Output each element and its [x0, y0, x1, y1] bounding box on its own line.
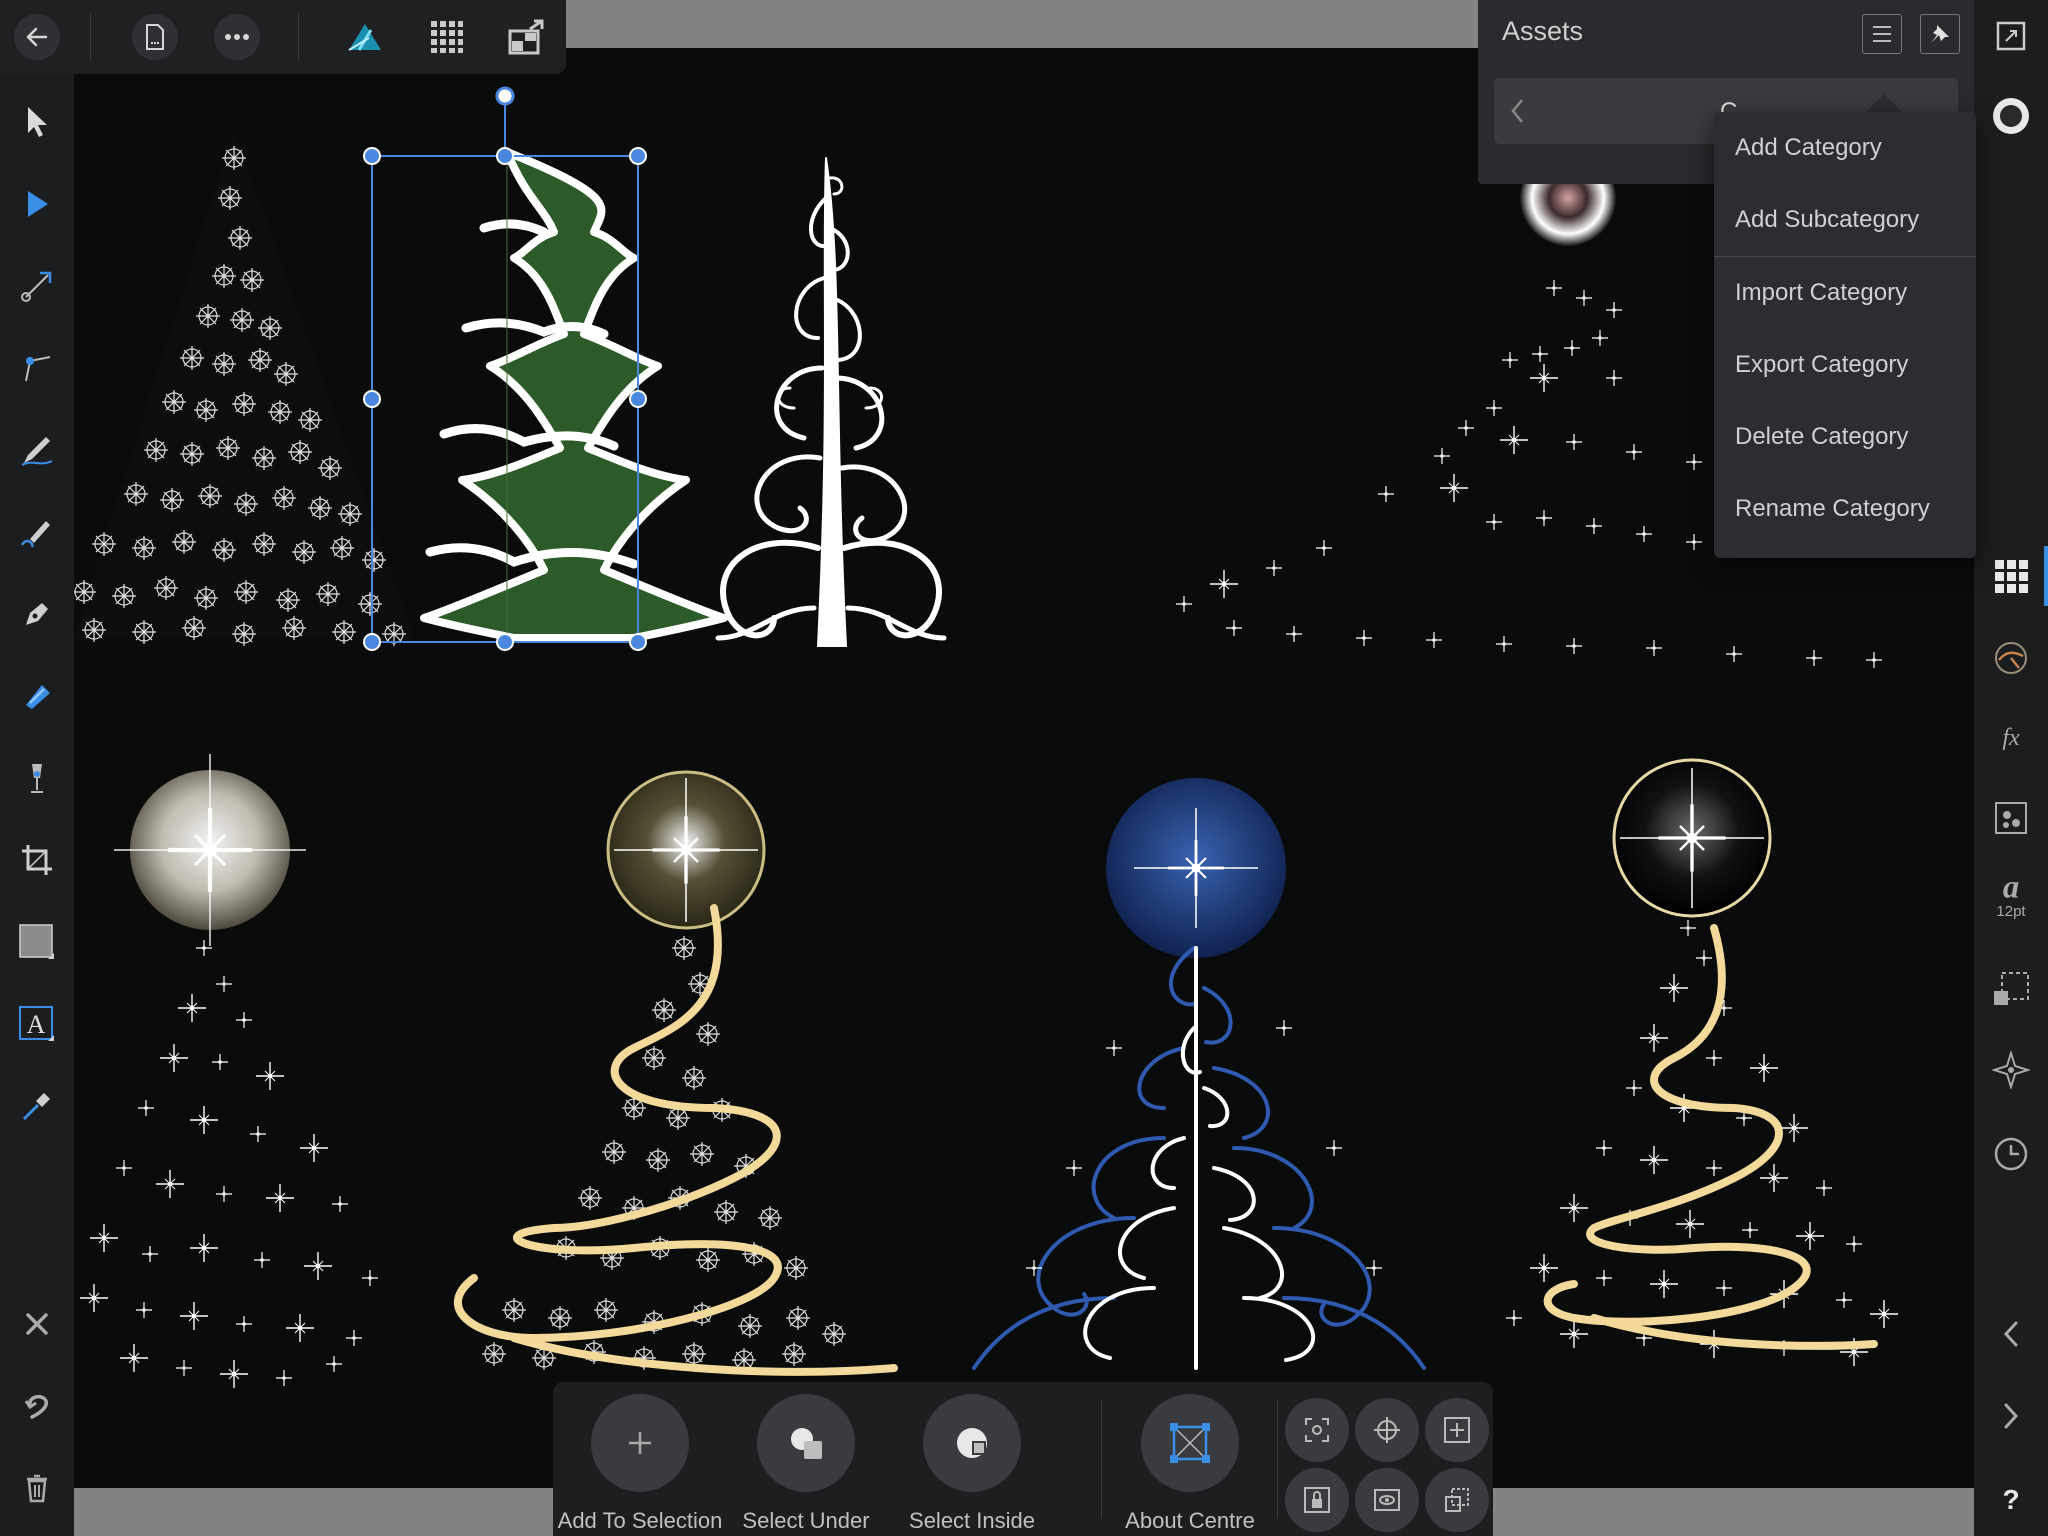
- chevron-left-icon[interactable]: [1508, 96, 1528, 126]
- duplicate-icon[interactable]: [1425, 1468, 1489, 1532]
- text-styles-studio-icon[interactable]: a 12pt: [1987, 872, 2035, 920]
- menu-item-export-category[interactable]: Export Category: [1714, 329, 1976, 401]
- dropdown-pointer: [1864, 94, 1904, 114]
- resize-handle: [496, 147, 514, 165]
- transform-origin-icon[interactable]: [1355, 1398, 1419, 1462]
- blue-swirl-tree[interactable]: [972, 778, 1426, 1370]
- help-icon[interactable]: ?: [1987, 1474, 2035, 1522]
- pixel-persona-icon[interactable]: [424, 14, 470, 60]
- active-studio-indicator: [2044, 546, 2048, 606]
- chevron-right-icon[interactable]: [1987, 1392, 2035, 1440]
- about-centre-icon: [1141, 1394, 1239, 1492]
- menu-item-rename-category[interactable]: Rename Category: [1714, 473, 1976, 545]
- fullscreen-icon[interactable]: [1987, 12, 2035, 60]
- navigator-studio-icon[interactable]: [1987, 1046, 2035, 1094]
- add-to-selection-label: Add To Selection: [557, 1508, 723, 1533]
- resize-handle: [363, 390, 381, 408]
- pen-tool-icon[interactable]: [13, 590, 61, 638]
- menu-item-import-category[interactable]: Import Category: [1714, 257, 1976, 329]
- move-tool-icon[interactable]: [13, 98, 61, 146]
- back-arrow-icon[interactable]: [14, 14, 60, 60]
- artwork[interactable]: [74, 48, 1974, 1488]
- sparkle-tree-white-orb[interactable]: [79, 754, 379, 1389]
- align-distribute-icon[interactable]: [1425, 1398, 1489, 1462]
- resize-handle: [363, 147, 381, 165]
- plus-icon: [591, 1394, 689, 1492]
- svg-text:a: a: [2003, 872, 2019, 901]
- affinity-designer-persona-icon[interactable]: [342, 14, 388, 60]
- context-divider: [1277, 1400, 1278, 1518]
- white-swirl-tree[interactable]: [715, 157, 947, 647]
- select-under-button[interactable]: Select Under: [721, 1394, 891, 1534]
- resize-handle: [363, 633, 381, 651]
- menu-item-add-subcategory[interactable]: Add Subcategory: [1714, 184, 1976, 256]
- about-centre-button[interactable]: About Centre: [1105, 1394, 1275, 1534]
- chevron-left-icon[interactable]: [1987, 1310, 2035, 1358]
- rectangle-tool-icon[interactable]: [13, 918, 61, 966]
- select-under-icon: [757, 1394, 855, 1492]
- snowflake-tree[interactable]: [74, 130, 414, 647]
- svg-text:?: ?: [2002, 1484, 2019, 1513]
- trash-icon[interactable]: [13, 1464, 61, 1512]
- artboard[interactable]: [74, 48, 1974, 1488]
- close-icon[interactable]: [13, 1300, 61, 1348]
- fill-tool-icon[interactable]: [13, 754, 61, 802]
- pixel-brush-tool-icon[interactable]: [13, 672, 61, 720]
- export-persona-icon[interactable]: [504, 14, 550, 60]
- effects-studio-icon[interactable]: fx: [1987, 714, 2035, 762]
- resize-handle: [496, 633, 514, 651]
- green-fir-tree[interactable]: [420, 148, 728, 642]
- corner-tool-icon[interactable]: [13, 344, 61, 392]
- artistic-text-tool-icon[interactable]: A: [13, 1000, 61, 1048]
- brushes-studio-icon[interactable]: [1987, 634, 2035, 682]
- about-centre-label: About Centre: [1125, 1508, 1255, 1533]
- svg-text:fx: fx: [2002, 725, 2020, 751]
- styles-studio-icon[interactable]: [1987, 794, 2035, 842]
- resize-handle: [629, 147, 647, 165]
- color-picker-tool-icon[interactable]: [13, 1082, 61, 1130]
- assets-panel-title: Assets: [1502, 16, 1584, 46]
- rotation-handle: [495, 86, 515, 106]
- toolbar-divider: [298, 14, 299, 60]
- toolbar-divider: [90, 14, 91, 60]
- snapping-options-icon[interactable]: [1285, 1398, 1349, 1462]
- lock-children-icon[interactable]: [1285, 1468, 1349, 1532]
- select-inside-button[interactable]: Select Inside: [887, 1394, 1057, 1534]
- top-toolbar: [0, 0, 566, 74]
- gold-ribbon-sparkle-tree[interactable]: [1505, 758, 1899, 1367]
- pin-icon[interactable]: [1920, 14, 1960, 54]
- view-mode-icon[interactable]: [1355, 1468, 1419, 1532]
- resize-handle: [629, 633, 647, 651]
- document-icon[interactable]: [132, 14, 178, 60]
- select-under-label: Select Under: [742, 1508, 870, 1533]
- resize-handle: [629, 390, 647, 408]
- left-tools-toolbar: A: [0, 74, 74, 1536]
- pencil-tool-icon[interactable]: [13, 426, 61, 474]
- history-studio-icon[interactable]: [1987, 1130, 2035, 1178]
- crop-tool-icon[interactable]: [13, 836, 61, 884]
- context-divider: [1101, 1400, 1102, 1518]
- context-toolbar: Add To Selection Select Under Select Ins…: [553, 1382, 1493, 1536]
- select-inside-label: Select Inside: [909, 1508, 1035, 1533]
- hamburger-icon[interactable]: [1862, 14, 1902, 54]
- svg-text:A: A: [27, 1010, 46, 1039]
- add-to-selection-button[interactable]: Add To Selection: [555, 1394, 725, 1534]
- transform-studio-icon[interactable]: [1987, 966, 2035, 1014]
- right-studio-toolbar: fx a 12pt ?: [1974, 0, 2048, 1536]
- node-tool-icon[interactable]: [13, 180, 61, 228]
- undo-icon[interactable]: [13, 1382, 61, 1430]
- font-size-label: 12pt: [1996, 903, 2026, 920]
- menu-item-delete-category[interactable]: Delete Category: [1714, 401, 1976, 473]
- color-studio-icon[interactable]: [1987, 92, 2035, 140]
- gold-ribbon-snowflake-tree[interactable]: [454, 770, 898, 1376]
- menu-item-add-category[interactable]: Add Category: [1714, 112, 1976, 184]
- select-inside-icon: [923, 1394, 1021, 1492]
- assets-studio-icon[interactable]: [1987, 552, 2035, 600]
- vector-brush-tool-icon[interactable]: [13, 508, 61, 556]
- point-transform-tool-icon[interactable]: [13, 262, 61, 310]
- more-icon[interactable]: [214, 14, 260, 60]
- category-menu: Add Category Add Subcategory Import Cate…: [1714, 112, 1976, 558]
